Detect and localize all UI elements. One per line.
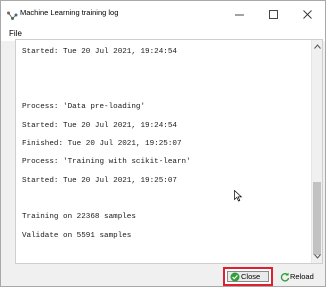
title-bar[interactable]: Machine Learning training log bbox=[1, 1, 325, 28]
maximize-button[interactable] bbox=[257, 1, 291, 28]
close-button-highlight: Close bbox=[223, 267, 273, 286]
log-line: Training on 22368 samples bbox=[22, 213, 136, 221]
log-line: Process: 'Data pre-loading' bbox=[22, 103, 146, 111]
window-title: Machine Learning training log bbox=[20, 8, 119, 17]
checkmark-icon bbox=[230, 272, 240, 282]
vertical-scrollbar[interactable] bbox=[311, 40, 322, 263]
log-line: Started: Tue 20 Jul 2021, 19:24:54 bbox=[22, 122, 177, 130]
app-window: Machine Learning training log File Start… bbox=[0, 0, 326, 287]
app-icon bbox=[6, 9, 18, 21]
cursor-icon bbox=[234, 190, 243, 202]
log-line: Validate on 5591 samples bbox=[22, 232, 132, 240]
log-text-area[interactable]: Started: Tue 20 Jul 2021, 19:24:54 Proce… bbox=[15, 39, 323, 264]
maximize-icon bbox=[269, 10, 278, 19]
log-line: Started: Tue 20 Jul 2021, 19:25:07 bbox=[22, 177, 177, 185]
scroll-down-icon[interactable] bbox=[314, 254, 321, 259]
refresh-icon bbox=[280, 272, 290, 282]
close-button-label: Close bbox=[241, 272, 261, 281]
minimize-icon bbox=[235, 14, 244, 16]
scroll-up-icon[interactable] bbox=[314, 44, 321, 49]
log-line: Process: 'Training with scikit-learn' bbox=[22, 158, 191, 166]
reload-button[interactable]: Reload bbox=[277, 269, 325, 285]
close-button[interactable]: Close bbox=[227, 271, 269, 282]
reload-button-label: Reload bbox=[290, 272, 314, 281]
minimize-button[interactable] bbox=[223, 1, 257, 28]
window-close-icon bbox=[303, 10, 312, 19]
menu-file[interactable]: File bbox=[9, 29, 22, 38]
window-close-button[interactable] bbox=[291, 1, 325, 28]
scrollbar-thumb[interactable] bbox=[313, 182, 321, 255]
log-line: Started: Tue 20 Jul 2021, 19:24:54 bbox=[22, 48, 177, 56]
log-line: Finished: Tue 20 Jul 2021, 19:25:07 bbox=[22, 140, 182, 148]
